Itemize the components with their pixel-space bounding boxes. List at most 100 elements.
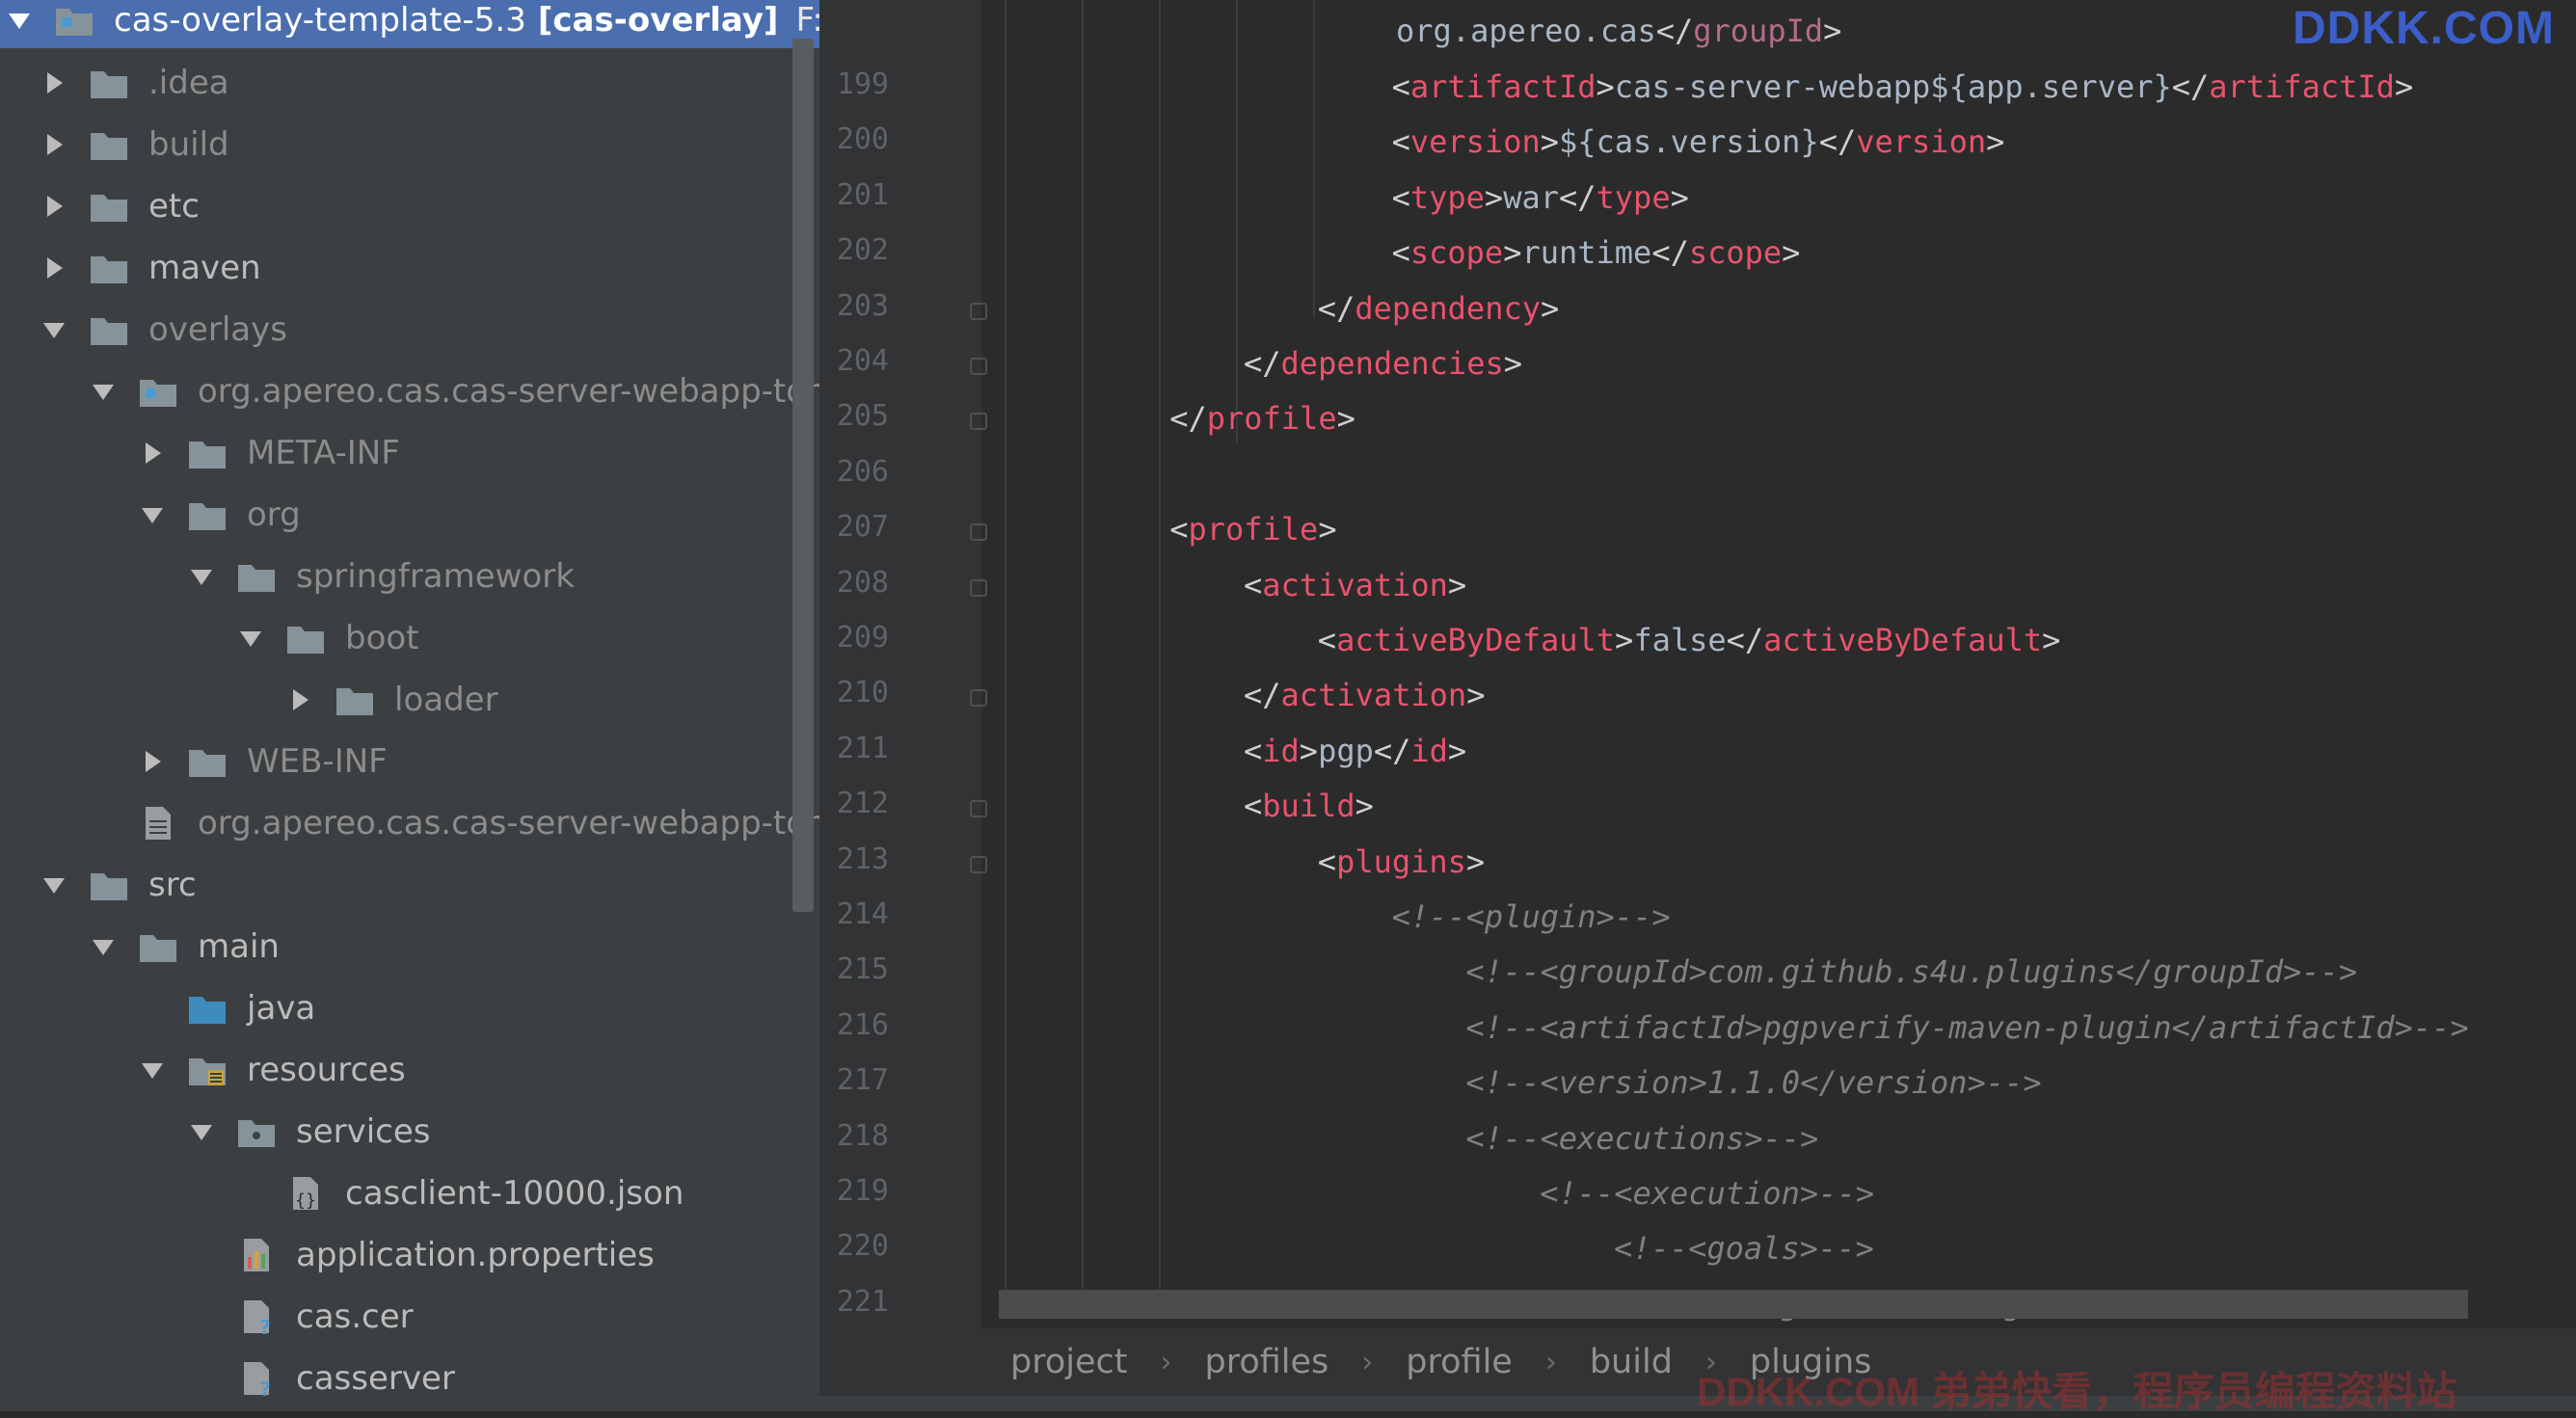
project-tree-panel: cas-overlay-template-5.3 [cas-overlay] F:¥…	[0, 0, 819, 1411]
chevron-down-icon[interactable]	[237, 625, 264, 652]
tree-item[interactable]: WEB-INF	[0, 731, 819, 792]
chevron-down-icon[interactable]	[90, 378, 117, 405]
breadcrumb-item[interactable]: profile	[1406, 1343, 1513, 1381]
chevron-down-icon[interactable]	[6, 7, 33, 34]
folder-icon	[89, 125, 129, 164]
breadcrumb-item[interactable]: profiles	[1204, 1343, 1328, 1381]
tree-item[interactable]: src	[0, 854, 819, 916]
fold-marker-icon[interactable]	[970, 855, 987, 873]
tree-item[interactable]: .idea	[0, 52, 819, 114]
tree-item[interactable]: org.apereo.cas.cas-server-webapp-tom	[0, 792, 819, 854]
code-editor[interactable]: 199 200 201 202 203 204 205 206 207 208 209 210 211 2…	[819, 0, 2576, 1411]
tree-root-row[interactable]: cas-overlay-template-5.3 [cas-overlay] F:¥…	[0, 0, 819, 48]
tag-name: activation	[1280, 677, 1467, 714]
code-text: war	[1503, 178, 1559, 216]
code-line[interactable]: <!--<execution>-->	[1540, 1166, 1874, 1221]
horizontal-scrollbar[interactable]	[999, 1290, 2468, 1319]
tree-scrollbar[interactable]	[792, 39, 814, 912]
code-line[interactable]: </activation>	[1244, 668, 1485, 723]
tree-item[interactable]: loader	[0, 669, 819, 731]
code-line[interactable]: <version>${cas.version}</version>	[1392, 115, 2005, 170]
tree-item-label: overlays	[148, 310, 287, 349]
tree-item-label: .idea	[148, 64, 229, 102]
code-line[interactable]: <activeByDefault>false</activeByDefault>	[1318, 613, 2061, 668]
chevron-right-icon[interactable]	[139, 440, 166, 467]
breadcrumb-item[interactable]: build	[1590, 1343, 1673, 1381]
line-number: 221	[836, 1284, 889, 1319]
tag-bracket: </	[1373, 732, 1411, 769]
code-line[interactable]: <artifactId>cas-server-webapp${app.serve…	[1392, 60, 2414, 115]
watermark-bottom: DDKK.COM 弟弟快看，程序员编程资料站	[1697, 1369, 2457, 1414]
code-line[interactable]: <!--<groupId>com.github.s4u.plugins</gro…	[1465, 945, 2357, 1000]
line-number: 219	[836, 1174, 889, 1208]
tree-item[interactable]: META-INF	[0, 422, 819, 484]
tree-item[interactable]: {} casclient-10000.json	[0, 1163, 819, 1224]
tree-item[interactable]: main	[0, 916, 819, 977]
breadcrumb-item[interactable]: project	[1010, 1343, 1127, 1381]
tree-item[interactable]: ? cas.cer	[0, 1286, 819, 1348]
code-text: runtime	[1521, 234, 1652, 272]
fold-marker-icon[interactable]	[970, 800, 987, 818]
chevron-down-icon[interactable]	[90, 933, 117, 960]
tree-item[interactable]: ? casserver	[0, 1348, 819, 1409]
tree-item-label: org	[247, 495, 301, 534]
code-line[interactable]: <activation>	[1244, 558, 1466, 613]
tree-item[interactable]: application.properties	[0, 1224, 819, 1286]
chevron-right-icon[interactable]	[139, 748, 166, 775]
tree-item[interactable]: etc	[0, 175, 819, 237]
code-line[interactable]: <!--<artifactId>pgpverify-maven-plugin</…	[1465, 1001, 2468, 1056]
tree-item[interactable]: java	[0, 977, 819, 1039]
tree-item[interactable]: boot	[0, 607, 819, 669]
fold-marker-icon[interactable]	[970, 523, 987, 542]
fold-marker-icon[interactable]	[970, 302, 987, 320]
fold-marker-icon[interactable]	[970, 578, 987, 597]
code-line[interactable]: <type>war</type>	[1392, 171, 1689, 226]
chevron-right-icon[interactable]	[40, 69, 67, 96]
code-line[interactable]: <scope>runtime</scope>	[1392, 226, 1801, 281]
chevron-down-icon[interactable]	[40, 316, 67, 343]
tree-item-label: maven	[148, 249, 261, 287]
code-line[interactable]: <id>pgp</id>	[1244, 724, 1466, 779]
chevron-right-icon[interactable]	[40, 131, 67, 158]
code-line[interactable]: org.apereo.cas</groupId>	[1396, 4, 1841, 59]
project-name: cas-overlay-template-5.3	[114, 1, 526, 40]
fold-marker-icon[interactable]	[970, 413, 987, 431]
code-line[interactable]: </dependencies>	[1244, 336, 1522, 391]
chevron-down-icon[interactable]	[188, 563, 215, 590]
chevron-right-icon[interactable]	[40, 254, 67, 281]
line-number: 217	[836, 1063, 889, 1098]
tree-item-label: etc	[148, 187, 200, 226]
code-line[interactable]: <!--<goals>-->	[1614, 1221, 1874, 1276]
tree-item[interactable]: maven	[0, 237, 819, 299]
tree-item[interactable]: services	[0, 1101, 819, 1163]
tag-name: dependencies	[1280, 345, 1504, 382]
line-number: 205	[836, 399, 889, 434]
tree-item[interactable]: overlays	[0, 299, 819, 361]
tree-item[interactable]: org	[0, 484, 819, 546]
chevron-down-icon[interactable]	[139, 501, 166, 528]
chevron-right-icon[interactable]	[40, 193, 67, 220]
fold-marker-icon[interactable]	[970, 358, 987, 375]
tree-item-label: cas.cer	[296, 1298, 414, 1336]
tree-item[interactable]: build	[0, 114, 819, 175]
tag-bracket: </	[1655, 13, 1694, 49]
tag-name: profile	[1188, 511, 1319, 548]
code-line[interactable]: <!--<version>1.1.0</version>-->	[1465, 1056, 2041, 1110]
code-line[interactable]: <!--<executions>-->	[1465, 1111, 1818, 1166]
code-line[interactable]: <build>	[1244, 779, 1374, 834]
tree-item[interactable]: resources	[0, 1039, 819, 1101]
tag-bracket: <	[1391, 68, 1410, 105]
chevron-down-icon[interactable]	[139, 1057, 166, 1084]
fold-marker-icon[interactable]	[970, 689, 987, 708]
chevron-down-icon[interactable]	[40, 871, 67, 898]
code-line[interactable]: <plugins>	[1318, 835, 1485, 890]
tree-item[interactable]: springframework	[0, 546, 819, 607]
code-line[interactable]: <!--<plugin>-->	[1392, 890, 1671, 945]
chevron-down-icon[interactable]	[188, 1118, 215, 1145]
code-line[interactable]: </dependency>	[1318, 281, 1559, 336]
code-line[interactable]: <profile>	[1169, 502, 1336, 557]
xml-comment: <!--<plugin>-->	[1391, 898, 1671, 935]
code-line[interactable]: </profile>	[1169, 391, 1355, 446]
tree-item[interactable]: org.apereo.cas.cas-server-webapp-tom	[0, 361, 819, 422]
chevron-right-icon[interactable]	[286, 686, 313, 713]
